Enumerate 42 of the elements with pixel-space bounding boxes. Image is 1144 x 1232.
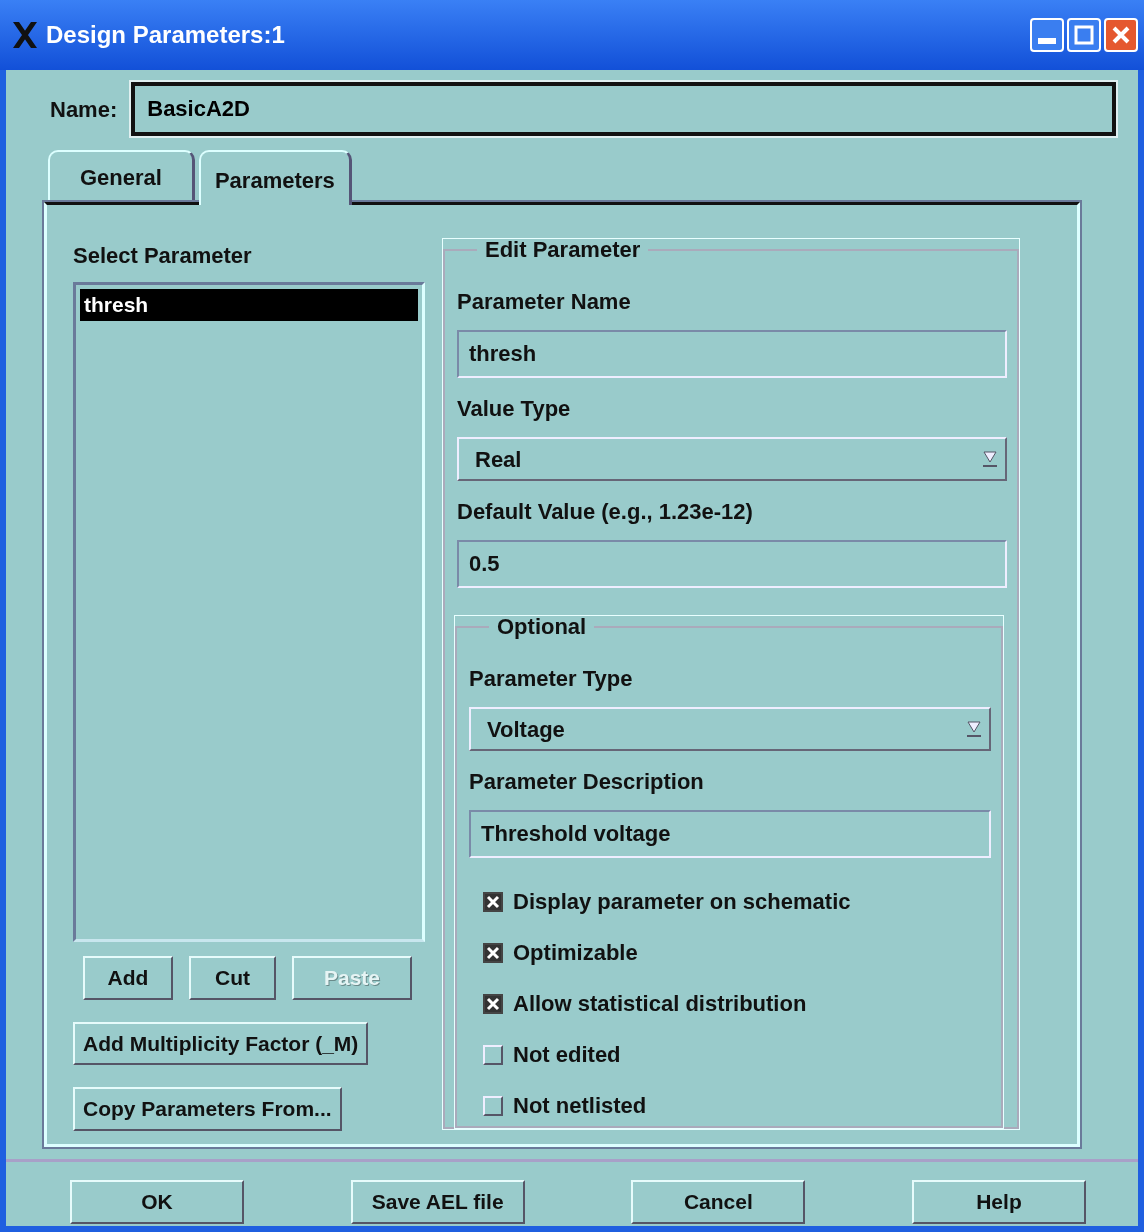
checkbox[interactable]: [483, 942, 503, 963]
caret-icon: [981, 448, 999, 470]
dialog-button[interactable]: Help: [911, 1180, 1086, 1224]
action-button[interactable]: Copy Parameters From...: [73, 1087, 342, 1131]
input-field[interactable]: 0.5: [457, 540, 1007, 588]
tab[interactable]: General: [48, 150, 195, 202]
field-label: Parameter Description: [469, 768, 705, 796]
input-field[interactable]: thresh: [457, 330, 1007, 378]
name-field[interactable]: BasicA2D: [131, 82, 1116, 136]
checkbox[interactable]: [483, 993, 503, 1014]
dialog-button[interactable]: Save AEL file: [350, 1180, 525, 1224]
field-label: Parameter Name: [457, 288, 632, 316]
tab[interactable]: Parameters: [198, 150, 352, 205]
dropdown[interactable]: Voltage: [469, 707, 991, 751]
minimize-icon: [1038, 38, 1056, 44]
parameter-list-item[interactable]: thresh: [80, 289, 418, 321]
field-label: Default Value (e.g., 1.23e-12): [457, 498, 754, 526]
minimize-button[interactable]: [1030, 18, 1064, 52]
checkbox-label: Allow statistical distribution: [513, 990, 807, 1018]
close-button[interactable]: [1104, 18, 1138, 52]
group-title: Edit Parameter: [484, 239, 642, 261]
select-parameter-label: Select Parameter: [73, 242, 253, 270]
dialog-button[interactable]: Cancel: [631, 1180, 806, 1224]
dropdown[interactable]: Real: [457, 437, 1007, 481]
window-title: Design Parameters:1: [46, 20, 286, 50]
list-button[interactable]: Add: [83, 956, 173, 1000]
group-title: Optional: [496, 616, 588, 638]
caret-icon: [965, 718, 983, 740]
checkbox[interactable]: [483, 891, 503, 912]
dialog-button[interactable]: OK: [70, 1180, 244, 1224]
maximize-button[interactable]: [1067, 18, 1101, 52]
action-button[interactable]: Add Multiplicity Factor (_M): [73, 1021, 369, 1065]
checkbox-label: Display parameter on schematic: [513, 888, 851, 916]
checkbox-label: Not edited: [513, 1041, 621, 1069]
list-button[interactable]: Cut: [189, 956, 276, 1000]
name-label: Name:: [50, 95, 118, 124]
field-label: Value Type: [457, 395, 572, 423]
checkbox-label: Optimizable: [513, 939, 638, 967]
input-field[interactable]: Threshold voltage: [469, 810, 991, 858]
checkbox-label: Not netlisted: [513, 1092, 647, 1120]
x-logo-icon: [10, 20, 40, 50]
field-label: Parameter Type: [469, 665, 634, 693]
